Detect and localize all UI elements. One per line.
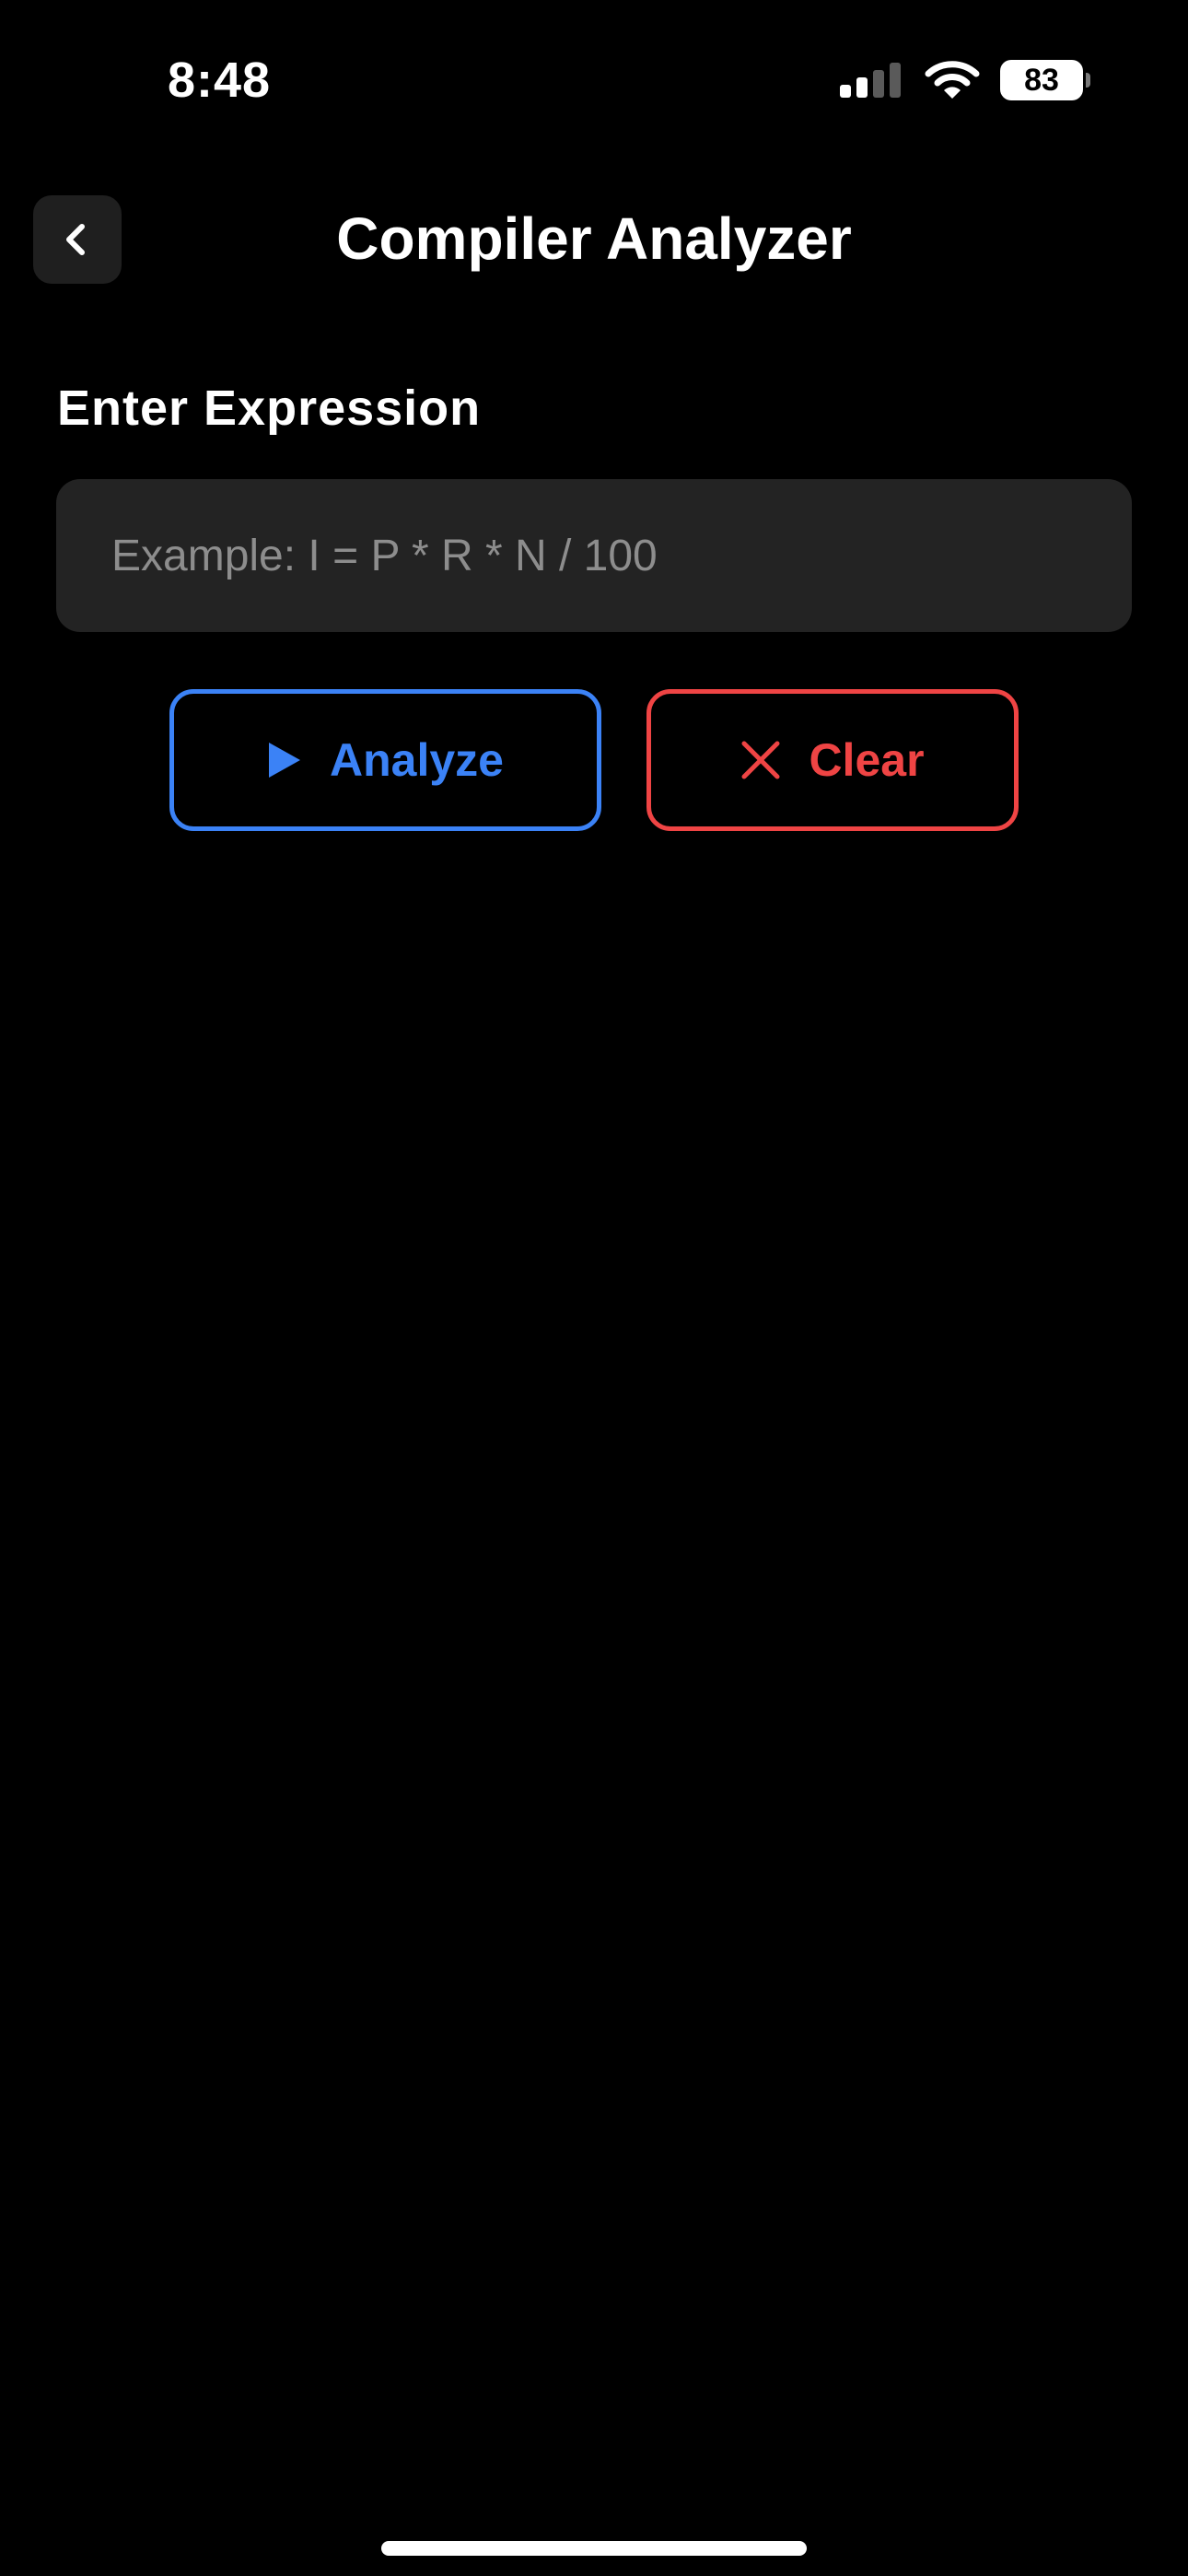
battery-level: 83 (1024, 62, 1059, 98)
close-icon (741, 741, 780, 779)
wifi-icon (925, 61, 980, 99)
expression-label: Enter Expression (57, 381, 482, 436)
battery-icon: 83 (1000, 60, 1090, 100)
analyze-label: Analyze (330, 734, 504, 786)
signal-icon (840, 63, 901, 98)
clear-button[interactable]: Clear (646, 689, 1019, 831)
status-icons: 83 (838, 57, 1090, 103)
page-title: Compiler Analyzer (336, 205, 852, 272)
clear-label: Clear (809, 734, 925, 786)
home-indicator[interactable] (381, 2541, 807, 2556)
play-icon (269, 743, 301, 778)
status-time: 8:48 (168, 53, 272, 108)
expression-input[interactable] (56, 479, 1132, 632)
analyze-button[interactable]: Analyze (169, 689, 601, 831)
